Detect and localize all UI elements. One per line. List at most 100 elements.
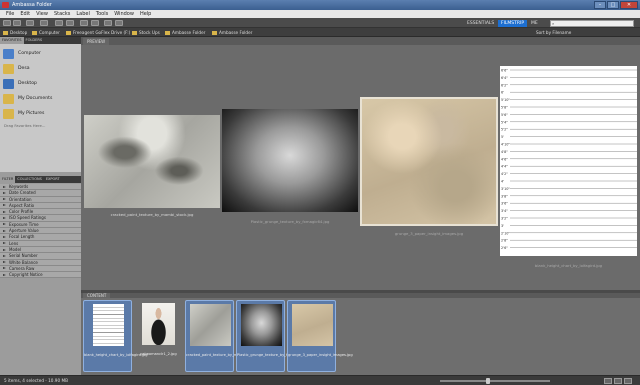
tab-filter[interactable]: FILTER <box>0 176 16 183</box>
drag-favorites-hint: Drag Favorites Here... <box>4 123 46 128</box>
path-bar: Desktop Computer Freeagent GoFlex Drive … <box>0 28 640 37</box>
tab-favorites[interactable]: FAVORITES <box>0 37 24 44</box>
thumb-cracked-paint[interactable]: cracked_paint_texture_by_mambi_stock.jpg <box>185 300 264 372</box>
height-chart-tick-label: 4'10" <box>501 143 510 147</box>
left-panel: FAVORITES FOLDERS Computer Desa Desktop … <box>0 37 81 375</box>
preview-image-height-chart[interactable]: 6'6" 6'4" 6'2" 6' 5'10" 5'8" 5'6" 5'4" 5'2" 5' 4'1… <box>500 66 637 256</box>
height-chart-tick-label: 5'2" <box>501 128 508 132</box>
thumbnail-image <box>190 304 231 346</box>
height-chart-tick-label: 2'8" <box>501 239 508 243</box>
forward-icon[interactable] <box>13 20 21 26</box>
height-chart-tick-label: 2'6" <box>501 246 508 250</box>
menu-edit[interactable]: Edit <box>17 10 33 18</box>
favorite-computer[interactable]: Computer <box>3 48 79 60</box>
view-list-icon[interactable] <box>624 378 632 384</box>
back-icon[interactable] <box>3 20 11 26</box>
thumb-caption: grunge_3_paper_insight_images.jpg <box>288 353 353 357</box>
preview-image-plastic-grunge[interactable] <box>222 109 358 212</box>
expand-triangle-icon <box>3 267 6 270</box>
breadcrumb-ambasse[interactable]: Ambasse Folder <box>165 29 205 36</box>
tab-preview[interactable]: PREVIEW <box>83 38 110 45</box>
preview-image-cracked-paint[interactable] <box>84 115 220 208</box>
camera-icon[interactable] <box>55 20 63 26</box>
thumb-plastic-grunge[interactable]: Plastic_grunge_texture_by_fxmagic64.jpg <box>236 300 312 372</box>
filter-copyright-notice[interactable]: Copyright Notice <box>0 272 81 279</box>
status-bar: 5 items, 4 selected - 10.90 MB <box>0 375 640 385</box>
workspace-tab-filmstrip[interactable]: FILMSTRIP <box>498 20 528 27</box>
minimize-button[interactable]: – <box>594 1 606 9</box>
folder-icon <box>3 94 14 104</box>
favorite-my-pictures[interactable]: My Pictures <box>3 108 79 120</box>
view-details-icon[interactable] <box>614 378 622 384</box>
height-chart-tick-label: 4'8" <box>501 150 508 154</box>
expand-triangle-icon <box>3 248 6 251</box>
filter-panel-tabs: FILTER COLLECTIONS EXPORT <box>0 176 81 183</box>
breadcrumb-desktop[interactable]: Desktop <box>3 29 27 36</box>
menu-window[interactable]: Window <box>111 10 137 18</box>
menu-view[interactable]: View <box>33 10 51 18</box>
thumb-caption: catwomanclr1_2.jpg <box>140 352 177 356</box>
menu-file[interactable]: File <box>3 10 17 18</box>
tab-collections[interactable]: COLLECTIONS <box>15 176 44 183</box>
slider-handle[interactable] <box>486 378 490 384</box>
height-chart-tick-label: 3'10" <box>501 187 510 191</box>
expand-triangle-icon <box>3 242 6 245</box>
recent-folder-icon[interactable] <box>26 20 34 26</box>
title-bar: Ambassa Folder – □ ✕ <box>0 0 640 10</box>
expand-triangle-icon <box>3 235 6 238</box>
panel-splitter[interactable] <box>81 290 640 293</box>
height-chart-tick-label: 4'6" <box>501 157 508 161</box>
toolbar: ESSENTIALS FILMSTRIP ME ⌕ <box>0 18 640 28</box>
menu-label[interactable]: Label <box>73 10 93 18</box>
rotate-right-icon[interactable] <box>115 20 123 26</box>
favorite-desktop[interactable]: Desktop <box>3 78 79 90</box>
close-button[interactable]: ✕ <box>620 1 638 9</box>
folder-icon <box>32 30 37 35</box>
preview-image-grunge-paper[interactable] <box>360 97 498 226</box>
open-in-camera-raw-icon[interactable] <box>80 20 88 26</box>
menu-tools[interactable]: Tools <box>93 10 111 18</box>
favorite-my-documents[interactable]: My Documents <box>3 93 79 105</box>
breadcrumb-drive[interactable]: Freeagent GoFlex Drive (F:) <box>66 29 130 36</box>
height-chart-tick-label: 6' <box>501 91 504 95</box>
height-chart-tick-label: 3' <box>501 224 504 228</box>
sort-dropdown[interactable]: Sort by Filename <box>536 29 571 36</box>
output-icon[interactable] <box>91 20 99 26</box>
thumb-height-chart[interactable]: blank_height_chart_by_lolfagird.jpg <box>83 300 148 372</box>
tab-folders[interactable]: FOLDERS <box>24 37 45 44</box>
expand-triangle-icon <box>3 210 6 213</box>
refine-icon[interactable] <box>66 20 74 26</box>
folder-icon <box>212 30 217 35</box>
maximize-button[interactable]: □ <box>607 1 619 9</box>
expand-triangle-icon <box>3 273 6 276</box>
expand-triangle-icon <box>3 204 6 207</box>
preview-caption: blank_height_chart_by_lolfagird.jpg <box>534 263 603 268</box>
tab-export[interactable]: EXPORT <box>44 176 62 183</box>
thumb-grunge-paper[interactable]: grunge_3_paper_insight_images.jpg <box>287 300 353 372</box>
thumbnail-image <box>241 304 282 346</box>
favorite-desa[interactable]: Desa <box>3 63 79 75</box>
thumb-catwoman[interactable]: catwomanclr1_2.jpg <box>134 300 183 372</box>
preview-caption: Plastic_grunge_texture_by_fxmagic64.jpg <box>250 219 330 224</box>
height-chart-tick-label: 5'8" <box>501 106 508 110</box>
workspace-tab-me[interactable]: ME <box>528 20 541 27</box>
breadcrumb-computer[interactable]: Computer <box>32 29 60 36</box>
breadcrumb-ambasse-current[interactable]: Ambasse Folder <box>212 29 252 36</box>
height-chart-tick-label: 5'4" <box>501 120 508 124</box>
thumbnail-size-slider[interactable] <box>440 378 550 384</box>
folder-icon <box>132 30 137 35</box>
breadcrumb-stock-ups[interactable]: Stock Ups <box>132 29 160 36</box>
preview-caption: cracked_paint_texture_by_mambi_stock.jpg <box>110 212 194 217</box>
desktop-icon <box>3 79 14 89</box>
rotate-left-icon[interactable] <box>104 20 112 26</box>
menu-help[interactable]: Help <box>137 10 154 18</box>
workspace-tab-essentials[interactable]: ESSENTIALS <box>464 20 497 27</box>
search-input[interactable]: ⌕ <box>550 20 634 27</box>
height-chart-tick-label: 4'4" <box>501 165 508 169</box>
height-chart-tick-label: 3'2" <box>501 217 508 221</box>
menu-stacks[interactable]: Stacks <box>51 10 73 18</box>
view-grid-icon[interactable] <box>604 378 612 384</box>
boomerang-icon[interactable] <box>40 20 48 26</box>
content-area: blank_height_chart_by_lolfagird.jpg catw… <box>81 298 640 375</box>
expand-triangle-icon <box>3 185 6 188</box>
